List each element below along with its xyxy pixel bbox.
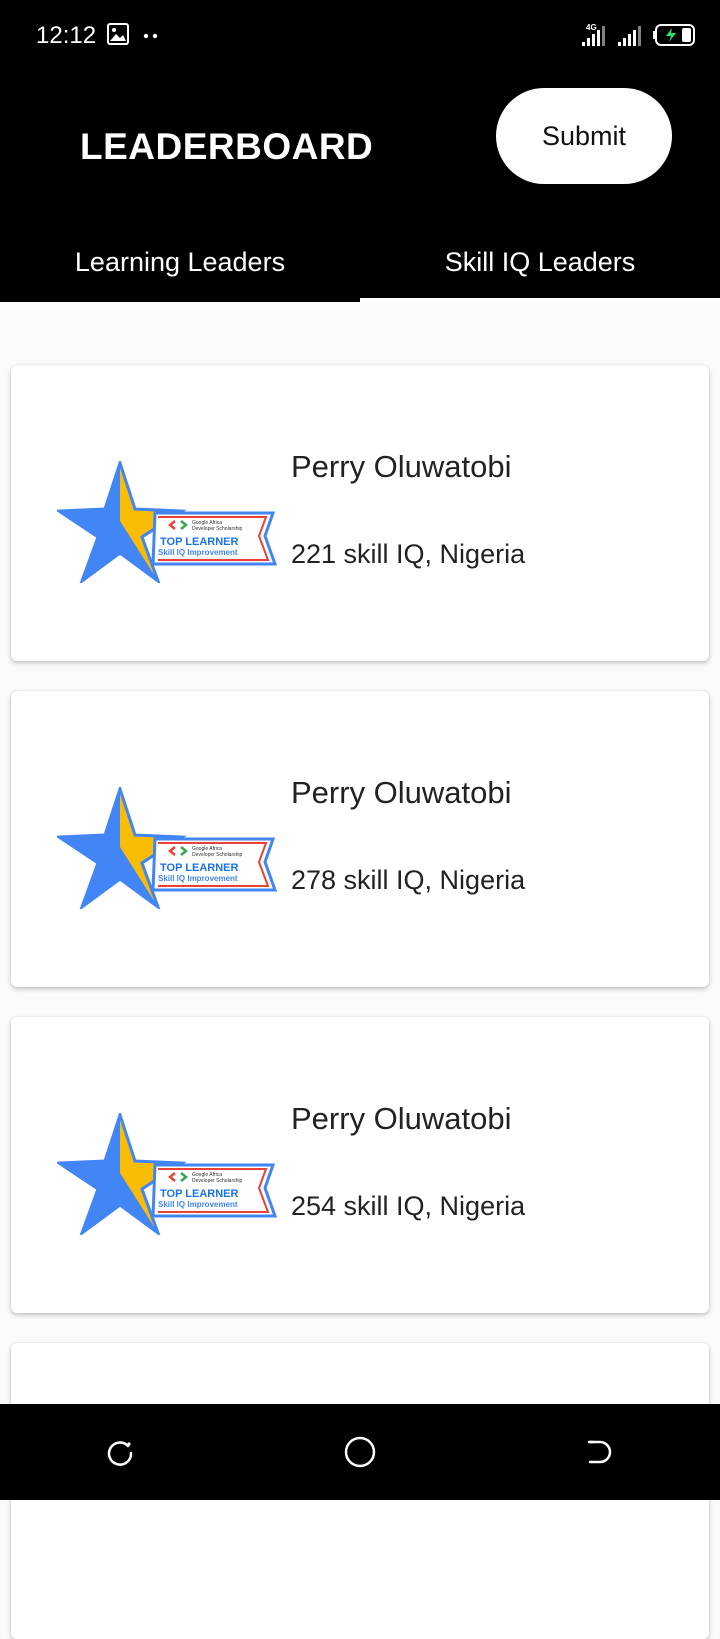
- signal-icon: [618, 26, 641, 46]
- badge-title: TOP LEARNER: [160, 1188, 238, 1200]
- learner-skill-country: 254 skill IQ, Nigeria: [291, 1191, 526, 1221]
- recents-button[interactable]: [90, 1422, 150, 1482]
- leader-card[interactable]: Google Africa Developer Scholarship TOP …: [11, 1017, 709, 1313]
- status-time: 12:12: [36, 22, 97, 49]
- signal-4g-icon: 4G: [582, 23, 605, 46]
- learner-name: Perry Oluwatobi: [291, 1101, 512, 1136]
- battery-charging-icon: [653, 24, 695, 46]
- badge-program: Developer Scholarship: [192, 1178, 243, 1184]
- home-button[interactable]: [330, 1422, 390, 1482]
- home-icon: [344, 1436, 376, 1468]
- badge-subtitle: Skill IQ Improvement: [158, 548, 238, 557]
- badge-program: Developer Scholarship: [192, 526, 243, 532]
- tab-indicator: [360, 298, 720, 302]
- page-title: LEADERBOARD: [80, 126, 374, 167]
- back-button[interactable]: [570, 1422, 630, 1482]
- learner-skill-country: 278 skill IQ, Nigeria: [291, 865, 526, 895]
- status-left-icons: [106, 22, 160, 46]
- tab-label: Skill IQ Leaders: [444, 246, 636, 277]
- top-learner-badge-icon: Google Africa Developer Scholarship TOP …: [57, 1113, 277, 1235]
- leader-card[interactable]: Google Africa Developer Scholarship TOP …: [11, 691, 709, 987]
- badge-program: Developer Scholarship: [192, 852, 243, 858]
- status-bar: 12:12 4G: [0, 0, 720, 72]
- tab-skill-iq-leaders[interactable]: Skill IQ Leaders: [360, 222, 720, 302]
- learner-skill-country: 221 skill IQ, Nigeria: [291, 539, 526, 569]
- learner-name: Perry Oluwatobi: [291, 449, 512, 484]
- top-learner-badge-icon: Google Africa Developer Scholarship TOP …: [57, 461, 277, 583]
- network-label: 4G: [586, 23, 597, 32]
- recents-icon: [107, 1441, 133, 1466]
- tab-label: Learning Leaders: [74, 246, 286, 277]
- status-right-icons: 4G: [580, 22, 696, 48]
- badge-title: TOP LEARNER: [160, 862, 238, 874]
- badge-subtitle: Skill IQ Improvement: [158, 1200, 238, 1209]
- badge-subtitle: Skill IQ Improvement: [158, 874, 238, 883]
- tab-bar: Learning Leaders Skill IQ Leaders: [0, 222, 720, 302]
- image-icon: [107, 23, 129, 45]
- more-dots-icon: [143, 33, 158, 39]
- back-icon: [587, 1440, 612, 1464]
- app-bar: LEADERBOARD Submit: [0, 72, 720, 230]
- learner-name: Perry Oluwatobi: [291, 775, 512, 810]
- submit-button[interactable]: Submit: [496, 88, 672, 184]
- leader-card[interactable]: Google Africa Developer Scholarship TOP …: [11, 365, 709, 661]
- tab-learning-leaders[interactable]: Learning Leaders: [0, 222, 360, 302]
- badge-title: TOP LEARNER: [160, 536, 238, 548]
- system-nav-bar: [0, 1404, 720, 1500]
- top-learner-badge-icon: Google Africa Developer Scholarship TOP …: [57, 787, 277, 909]
